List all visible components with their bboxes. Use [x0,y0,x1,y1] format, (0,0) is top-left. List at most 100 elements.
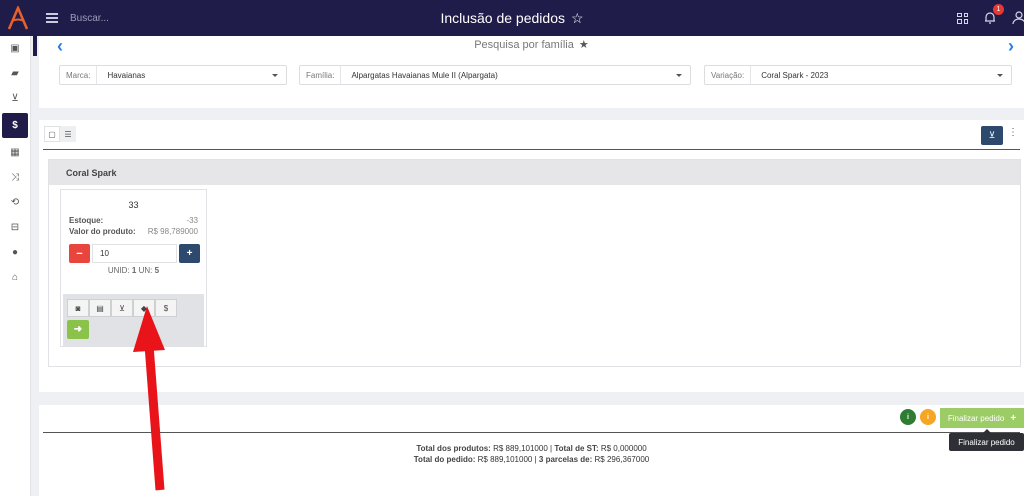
chevron-down-icon [676,73,682,77]
retweet-icon: ⟲ [10,197,20,208]
search-input[interactable]: Buscar... [70,13,109,24]
sidebar-item-money[interactable]: ▣ [0,36,30,61]
app-logo[interactable] [0,0,36,36]
dollar-icon[interactable]: $ [155,299,177,317]
star-filled-icon[interactable]: ★ [579,39,589,51]
sidebar-item-shuffle[interactable]: ⤨ [0,165,30,190]
card-actions: ◙ ▤ ⊻ ◆ $ ➜ [63,294,204,346]
arrow-right-button[interactable]: ➜ [67,320,89,339]
finalize-order-button[interactable]: Finalizar pedido + [940,408,1024,428]
user-icon: ● [11,247,19,258]
estoque-label: Estoque: [69,216,104,225]
un-value: 5 [154,266,160,275]
cart-icon: ⊻ [988,130,996,140]
finalize-label: Finalizar pedido [947,413,1005,423]
plus-icon: + [1010,412,1017,424]
tag-icon[interactable]: ◆ [133,299,155,317]
page-title: Inclusão de pedidos [440,10,565,26]
total-pedido-label: Total do pedido: [413,455,476,464]
order-totals: Total dos produtos: R$ 889,101000 | Tota… [39,443,1024,465]
chevron-right-icon[interactable]: › [1008,36,1014,57]
menu-icon[interactable] [46,13,58,23]
increment-button[interactable]: + [179,244,200,263]
variacao-select[interactable]: Variação: Coral Spark - 2023 [704,65,1012,85]
marca-value: Havaianas [107,70,146,80]
apps-grid-icon[interactable] [957,12,968,24]
shuffle-icon: ⤨ [11,172,19,183]
total-produtos-label: Total dos produtos: [416,444,491,453]
star-icon[interactable]: ☆ [571,10,584,27]
quantity-stepper: − 10 + [69,244,206,263]
top-bar: Buscar... Inclusão de pedidos ☆ 1 [0,0,1024,36]
variacao-value: Coral Spark - 2023 [761,70,829,80]
familia-value: Alpargatas Havaianas Mule II (Alpargata) [351,70,498,80]
total-st-value: R$ 0,000000 [600,444,647,453]
camera-icon[interactable]: ◙ [67,299,89,317]
bell-icon[interactable]: 1 [984,4,1004,25]
valor-label: Valor do produto: [69,227,136,236]
money-icon: ▣ [10,43,20,54]
sidebar-item-table[interactable]: ▦ [0,140,30,165]
sidebar-item-retweet[interactable]: ⟲ [0,190,30,215]
sidebar-item-basket[interactable]: ⊟ [0,215,30,240]
dollar-icon: $ [12,120,18,131]
cart-icon: ⊻ [11,93,19,104]
parcelas-label: 3 parcelas de: [538,455,593,464]
list-view-icon[interactable]: ☰ [60,126,76,142]
products-panel: ▢ ☰ ⊻ ⋮ Coral Spark 33 Estoque: -33 Valo… [39,120,1024,392]
product-group: Coral Spark 33 Estoque: -33 Valor do pro… [48,159,1021,367]
filter-panel: ‹ Pesquisa por família ★ › Marca: Havaia… [39,36,1024,108]
total-produtos-value: R$ 889,101000 [493,444,548,453]
variacao-label: Variação: [705,66,752,84]
decrement-button[interactable]: − [69,244,90,263]
divider [43,432,1020,433]
total-st-label: Total de ST: [554,444,599,453]
marca-label: Marca: [60,66,98,84]
chevron-down-icon [272,73,278,77]
more-options-icon[interactable]: ⋮ [1008,127,1018,138]
filter-title-wrap: Pesquisa por família ★ [39,38,1024,51]
sidebar-item-cart[interactable]: ⊻ [0,86,30,111]
user-profile-icon[interactable] [1012,11,1024,25]
unit-info: UNID: 1 UN: 5 [61,266,206,275]
filter-title: Pesquisa por família [474,39,574,51]
marca-select[interactable]: Marca: Havaianas [59,65,287,85]
sidebar: ▣ ▰ ⊻ $ ▦ ⤨ ⟲ ⊟ ● ⌂ [0,36,31,496]
sidebar-item-home[interactable]: ⌂ [0,265,30,290]
cart-button[interactable]: ⊻ [981,126,1003,145]
separator: | [550,444,553,453]
footer-panel: i i Finalizar pedido + Finalizar pedido … [39,405,1024,496]
estoque-value: -33 [186,216,198,225]
sidebar-item-user[interactable]: ● [0,240,30,265]
separator: | [534,455,537,464]
view-toggle: ▢ ☰ [44,126,76,142]
home-icon: ⌂ [11,272,19,283]
table-icon: ▦ [10,147,20,158]
group-title: Coral Spark [49,160,1020,185]
briefcase-icon: ▰ [11,68,19,79]
sidebar-item-briefcase[interactable]: ▰ [0,61,30,86]
un-label: UN: [138,266,153,275]
total-pedido-value: R$ 889,101000 [477,455,533,464]
file-view-icon[interactable]: ▢ [44,126,60,142]
page-title-wrap: Inclusão de pedidos ☆ [0,0,1024,36]
quantity-input[interactable]: 10 [92,244,177,263]
sidebar-scroll-indicator [33,36,37,56]
basket-icon: ⊟ [10,222,20,233]
product-card: 33 Estoque: -33 Valor do produto: R$ 98,… [60,189,207,347]
parcelas-value: R$ 296,367000 [594,455,650,464]
table-icon[interactable]: ▤ [89,299,111,317]
info-icon[interactable]: i [900,409,916,425]
cart-icon[interactable]: ⊻ [111,299,133,317]
sidebar-item-dollar[interactable]: $ [2,113,28,138]
unid-label: UNID: [107,266,130,275]
product-size: 33 [128,200,139,210]
valor-value: R$ 98,789000 [147,227,198,236]
familia-select[interactable]: Família: Alpargatas Havaianas Mule II (A… [299,65,691,85]
unid-value: 1 [131,266,137,275]
divider [43,149,1020,150]
info-warning-icon[interactable]: i [920,409,936,425]
familia-label: Família: [300,66,342,84]
chevron-down-icon [997,73,1003,77]
notification-badge: 1 [993,4,1004,15]
